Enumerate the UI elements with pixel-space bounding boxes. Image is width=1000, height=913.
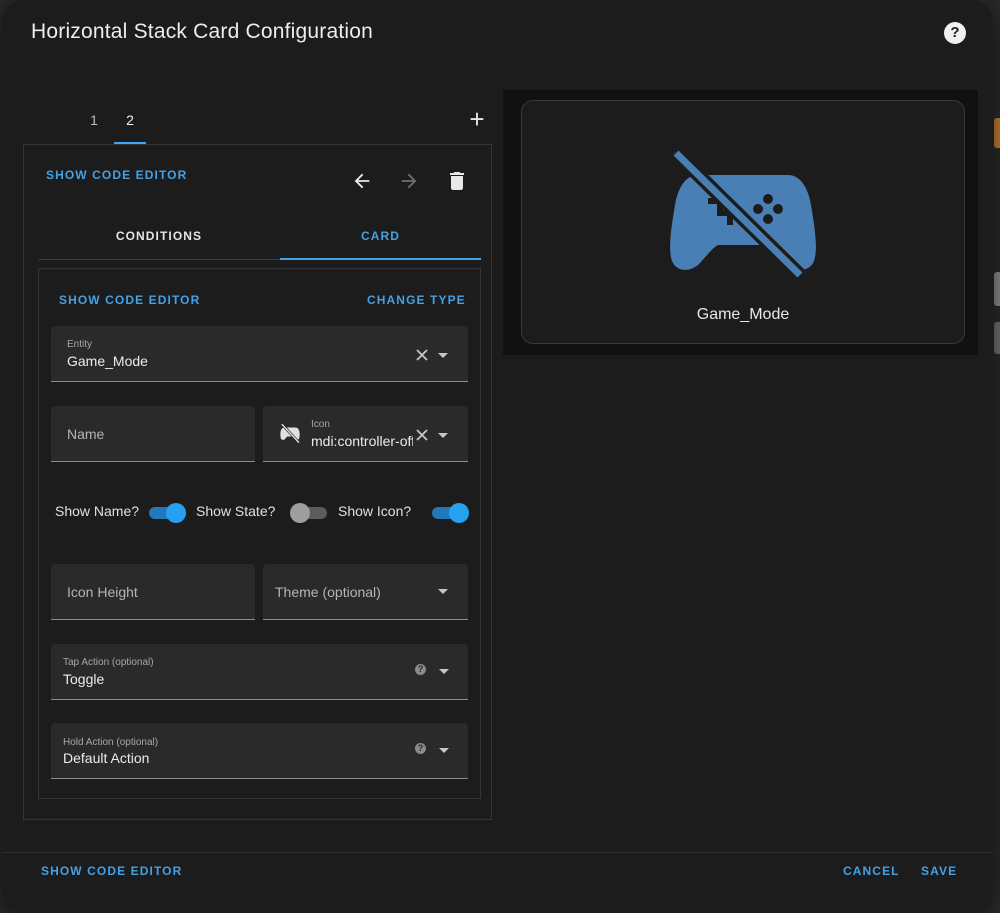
show-icon-toggle[interactable] bbox=[432, 503, 469, 523]
tap-action-value: Toggle bbox=[63, 671, 105, 687]
stack-tab-2[interactable]: 2 bbox=[114, 108, 146, 144]
footer-divider bbox=[2, 852, 993, 853]
entity-value: Game_Mode bbox=[67, 353, 148, 369]
entity-label: Entity bbox=[67, 339, 93, 350]
chevron-down-icon[interactable] bbox=[439, 748, 449, 753]
theme-select[interactable]: Theme (optional) bbox=[263, 564, 468, 620]
show-state-label: Show State? bbox=[196, 503, 276, 519]
delete-icon[interactable] bbox=[445, 169, 469, 193]
chevron-down-icon[interactable] bbox=[438, 589, 448, 594]
tab-card[interactable]: CARD bbox=[280, 212, 481, 260]
footer-show-code-editor-button[interactable]: SHOW CODE EDITOR bbox=[41, 864, 182, 878]
name-field[interactable]: Name bbox=[51, 406, 255, 462]
add-card-icon[interactable]: + bbox=[464, 106, 490, 132]
icon-height-field[interactable]: Icon Height bbox=[51, 564, 255, 620]
tap-action-select[interactable]: Tap Action (optional) Toggle ? bbox=[51, 644, 468, 700]
cancel-button[interactable]: CANCEL bbox=[843, 864, 900, 878]
button-card-preview[interactable]: Game_Mode bbox=[521, 100, 965, 344]
help-icon[interactable]: ? bbox=[415, 743, 426, 754]
stack-tab-1[interactable]: 1 bbox=[78, 108, 110, 144]
hold-action-label: Hold Action (optional) bbox=[63, 737, 159, 748]
card-show-code-editor-button[interactable]: SHOW CODE EDITOR bbox=[59, 293, 200, 307]
show-name-toggle[interactable] bbox=[149, 503, 186, 523]
chevron-down-icon[interactable] bbox=[439, 669, 449, 674]
background-card-edge bbox=[994, 272, 1000, 306]
arrow-left-icon[interactable] bbox=[351, 170, 373, 192]
chevron-down-icon[interactable] bbox=[438, 353, 448, 358]
show-name-label: Show Name? bbox=[55, 503, 140, 519]
name-placeholder: Name bbox=[67, 426, 105, 442]
help-icon[interactable]: ? bbox=[415, 664, 426, 675]
dialog-title: Horizontal Stack Card Configuration bbox=[31, 20, 373, 43]
background-card-edge bbox=[994, 322, 1000, 354]
icon-height-placeholder: Icon Height bbox=[67, 584, 138, 600]
save-button[interactable]: SAVE bbox=[921, 864, 957, 878]
change-type-button[interactable]: CHANGE TYPE bbox=[367, 293, 466, 307]
hold-action-select[interactable]: Hold Action (optional) Default Action ? bbox=[51, 723, 468, 779]
controller-off-icon bbox=[279, 422, 301, 444]
icon-field[interactable]: Icon mdi:controller-off bbox=[263, 406, 468, 462]
show-icon-label: Show Icon? bbox=[338, 503, 412, 519]
background-card-edge bbox=[994, 118, 1000, 148]
show-code-editor-button[interactable]: SHOW CODE EDITOR bbox=[46, 168, 187, 182]
entity-field[interactable]: Entity Game_Mode bbox=[51, 326, 468, 382]
icon-label: Icon bbox=[311, 419, 330, 430]
show-state-toggle[interactable] bbox=[290, 503, 327, 523]
tap-action-label: Tap Action (optional) bbox=[63, 657, 154, 668]
theme-placeholder: Theme (optional) bbox=[275, 584, 381, 600]
chevron-down-icon[interactable] bbox=[438, 433, 448, 438]
icon-value: mdi:controller-off bbox=[311, 433, 413, 449]
arrow-right-icon[interactable] bbox=[398, 170, 420, 192]
clear-icon-icon[interactable] bbox=[415, 428, 429, 442]
clear-entity-icon[interactable] bbox=[415, 348, 429, 362]
hold-action-value: Default Action bbox=[63, 750, 150, 766]
help-icon[interactable]: ? bbox=[944, 22, 966, 44]
controller-off-icon bbox=[668, 148, 818, 280]
tab-conditions[interactable]: CONDITIONS bbox=[38, 212, 280, 260]
preview-entity-name: Game_Mode bbox=[696, 306, 790, 323]
